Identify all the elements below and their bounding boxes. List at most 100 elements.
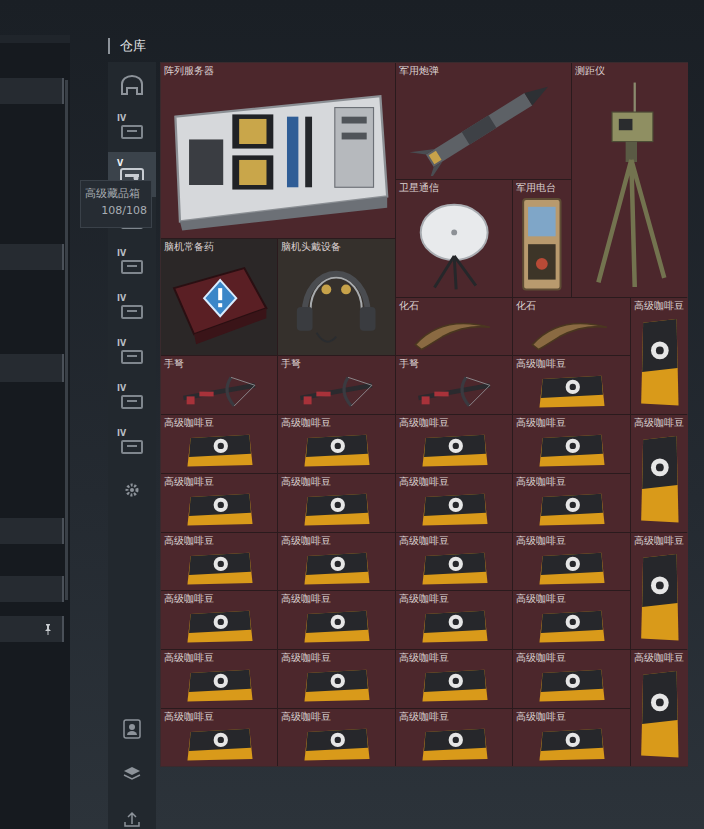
item-label: 高级咖啡豆 bbox=[278, 709, 394, 723]
inventory-item[interactable]: 高级咖啡豆 bbox=[161, 533, 277, 591]
inventory-item[interactable]: 卫星通信 bbox=[396, 180, 512, 296]
inventory-item[interactable]: 高级咖啡豆 bbox=[161, 415, 277, 473]
inventory-item[interactable]: 手弩 bbox=[278, 356, 394, 414]
item-label: 高级咖啡豆 bbox=[631, 533, 689, 547]
missile-icon bbox=[399, 78, 568, 176]
coffee-bag-icon bbox=[634, 313, 686, 411]
left-field[interactable] bbox=[0, 576, 64, 602]
bottom-tabs bbox=[108, 706, 156, 829]
case-icon bbox=[119, 300, 145, 320]
bottom-tab[interactable] bbox=[108, 796, 156, 829]
item-label: 手弩 bbox=[161, 356, 277, 370]
case-icon bbox=[119, 435, 145, 455]
inventory-item[interactable]: 高级咖啡豆 bbox=[278, 533, 394, 591]
inventory-item[interactable]: 高级咖啡豆 bbox=[278, 415, 394, 473]
item-label: 军用电台 bbox=[513, 180, 571, 194]
tab[interactable] bbox=[108, 467, 156, 512]
inventory-item[interactable]: 阵列服务器 bbox=[161, 63, 395, 238]
inventory-item[interactable]: 高级咖啡豆 bbox=[278, 709, 394, 767]
tab[interactable]: IV bbox=[108, 422, 156, 467]
tab-badge: IV bbox=[117, 294, 126, 303]
inventory-item[interactable]: 高级咖啡豆 bbox=[631, 415, 689, 531]
inventory-item[interactable]: 高级咖啡豆 bbox=[513, 591, 629, 649]
tab[interactable]: IV bbox=[108, 377, 156, 422]
header-bar bbox=[108, 38, 110, 54]
tab[interactable]: IV bbox=[108, 332, 156, 377]
item-label: 化石 bbox=[513, 298, 629, 312]
inventory-item[interactable]: 化石 bbox=[513, 298, 629, 356]
item-label: 高级咖啡豆 bbox=[396, 709, 512, 723]
inventory-item[interactable]: 高级咖啡豆 bbox=[396, 591, 512, 649]
warehouse-title: 仓库 bbox=[120, 38, 146, 54]
inventory-item[interactable]: 高级咖啡豆 bbox=[396, 474, 512, 532]
item-label: 高级咖啡豆 bbox=[631, 650, 689, 664]
inventory-item[interactable]: 脑机头戴设备 bbox=[278, 239, 394, 355]
coffee-bag-icon bbox=[164, 724, 274, 764]
coffee-bag-icon bbox=[516, 548, 626, 588]
inventory-item[interactable]: 高级咖啡豆 bbox=[278, 591, 394, 649]
inventory-item[interactable]: 高级咖啡豆 bbox=[278, 474, 394, 532]
inventory-item[interactable]: 高级咖啡豆 bbox=[513, 709, 629, 767]
inventory-item[interactable]: 高级咖啡豆 bbox=[513, 533, 629, 591]
left-field[interactable] bbox=[0, 518, 64, 544]
inventory-item[interactable]: 军用电台 bbox=[513, 180, 571, 296]
inventory-item[interactable]: 高级咖啡豆 bbox=[396, 709, 512, 767]
item-label: 高级咖啡豆 bbox=[278, 650, 394, 664]
inventory-item[interactable]: 高级咖啡豆 bbox=[161, 709, 277, 767]
item-label: 高级咖啡豆 bbox=[278, 533, 394, 547]
tab[interactable]: IV bbox=[108, 287, 156, 332]
item-label: 军用炮弹 bbox=[396, 63, 571, 77]
inventory-item[interactable]: 脑机常备药 bbox=[161, 239, 277, 355]
pin-icon[interactable] bbox=[42, 623, 54, 635]
inventory-item[interactable]: 高级咖啡豆 bbox=[631, 650, 689, 766]
inventory-item[interactable]: 高级咖啡豆 bbox=[161, 474, 277, 532]
inventory-item[interactable]: 高级咖啡豆 bbox=[631, 298, 689, 414]
inventory-item[interactable]: 高级咖啡豆 bbox=[513, 474, 629, 532]
pin-field[interactable] bbox=[0, 616, 64, 642]
tab-badge: IV bbox=[117, 114, 126, 123]
inventory-item[interactable]: 高级咖啡豆 bbox=[396, 533, 512, 591]
coffee-bag-icon bbox=[399, 430, 509, 470]
inventory-item[interactable]: 高级咖啡豆 bbox=[278, 650, 394, 708]
coffee-bag-icon bbox=[634, 430, 686, 528]
case-icon bbox=[119, 120, 145, 140]
item-label: 高级咖啡豆 bbox=[161, 709, 277, 723]
inventory-item[interactable]: 测距仪 bbox=[572, 63, 688, 297]
inventory-item[interactable]: 高级咖啡豆 bbox=[513, 415, 629, 473]
crossbow-icon bbox=[399, 371, 509, 411]
inventory-item[interactable]: 化石 bbox=[396, 298, 512, 356]
item-label: 高级咖啡豆 bbox=[161, 415, 277, 429]
inventory-item[interactable]: 高级咖啡豆 bbox=[396, 650, 512, 708]
item-label: 高级咖啡豆 bbox=[396, 650, 512, 664]
coffee-bag-icon bbox=[516, 606, 626, 646]
inventory-item[interactable]: 高级咖啡豆 bbox=[161, 591, 277, 649]
item-label: 脑机常备药 bbox=[161, 239, 277, 253]
inventory-item[interactable]: 手弩 bbox=[396, 356, 512, 414]
left-field[interactable] bbox=[0, 78, 64, 104]
tab[interactable]: IV bbox=[108, 107, 156, 152]
inventory-item[interactable]: 高级咖啡豆 bbox=[396, 415, 512, 473]
coffee-bag-icon bbox=[634, 665, 686, 763]
scrollbar[interactable] bbox=[65, 80, 68, 600]
coffee-bag-icon bbox=[281, 430, 391, 470]
item-label: 高级咖啡豆 bbox=[278, 415, 394, 429]
tab[interactable] bbox=[108, 62, 156, 107]
inventory-item[interactable]: 高级咖啡豆 bbox=[161, 650, 277, 708]
bottom-tab[interactable] bbox=[108, 706, 156, 751]
left-field[interactable] bbox=[0, 354, 64, 382]
inventory-item[interactable]: 高级咖啡豆 bbox=[513, 650, 629, 708]
left-field[interactable] bbox=[0, 244, 64, 270]
inventory-item[interactable]: 军用炮弹 bbox=[396, 63, 571, 179]
item-label: 高级咖啡豆 bbox=[396, 591, 512, 605]
inventory-item[interactable]: 手弩 bbox=[161, 356, 277, 414]
coffee-bag-icon bbox=[281, 665, 391, 705]
item-label: 脑机头戴设备 bbox=[278, 239, 394, 253]
tab[interactable]: IV bbox=[108, 242, 156, 287]
inventory-item[interactable]: 高级咖啡豆 bbox=[513, 356, 629, 414]
coffee-bag-icon bbox=[399, 606, 509, 646]
crossbow-icon bbox=[164, 371, 274, 411]
item-label: 高级咖啡豆 bbox=[161, 474, 277, 488]
inventory-item[interactable]: 高级咖啡豆 bbox=[631, 533, 689, 649]
bottom-tab[interactable] bbox=[108, 751, 156, 796]
crossbow-icon bbox=[281, 371, 391, 411]
